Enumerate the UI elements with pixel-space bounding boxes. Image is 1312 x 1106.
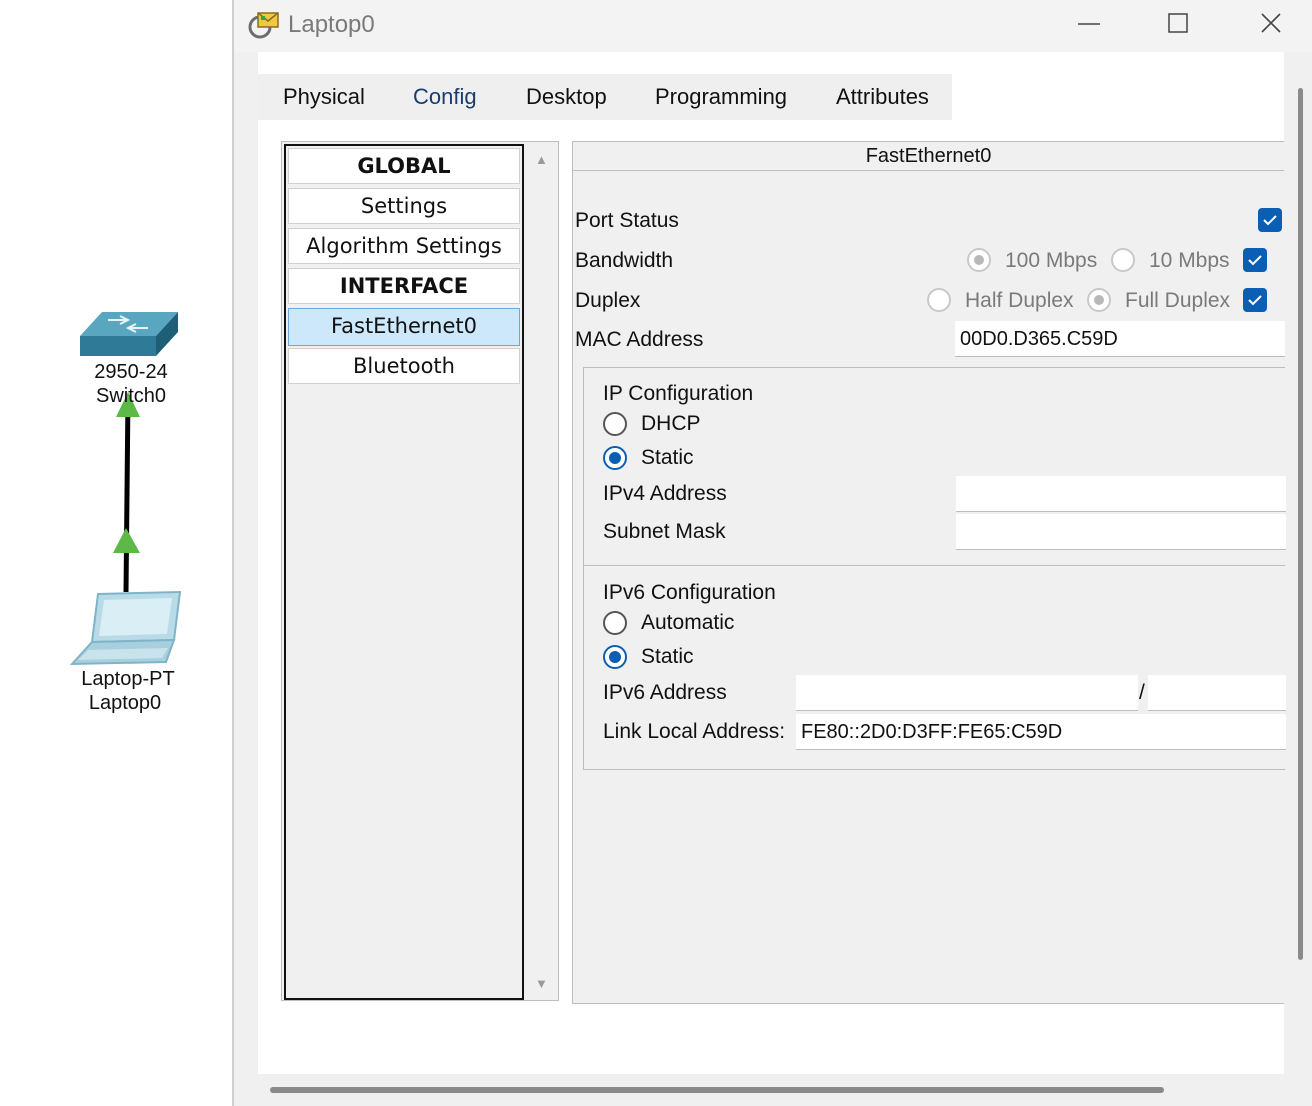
port-status-label: Port Status: [575, 209, 679, 232]
ipv6-static-radio[interactable]: [603, 645, 627, 669]
ipv4-address-label: IPv4 Address: [603, 482, 727, 505]
check-icon: [1263, 215, 1277, 226]
config-tab-panel: GLOBAL Settings Algorithm Settings INTER…: [258, 120, 1286, 1074]
tab-programming[interactable]: Programming: [655, 84, 787, 110]
window-title: Laptop0: [288, 11, 375, 38]
ethernet-link: [123, 394, 131, 593]
dhcp-radio[interactable]: [603, 412, 627, 436]
ipv6-address-field[interactable]: [796, 675, 1138, 711]
ipv4-address-field[interactable]: [956, 476, 1286, 512]
ipv6-automatic-label: Automatic: [641, 611, 735, 634]
laptop-icon[interactable]: [70, 588, 184, 668]
bandwidth-auto-checkbox[interactable]: [1243, 248, 1267, 272]
switch-icon[interactable]: [78, 308, 182, 360]
bandwidth-label: Bandwidth: [575, 249, 674, 272]
mac-address-label: MAC Address: [575, 328, 704, 351]
ip-configuration-group: IP Configuration DHCP Static IPv4 Addres…: [583, 367, 1286, 566]
tab-attributes[interactable]: Attributes: [836, 84, 929, 110]
ipv6-configuration-group: IPv6 Configuration Automatic Static IPv6…: [583, 565, 1286, 770]
list-item-algorithm-settings[interactable]: Algorithm Settings: [288, 228, 520, 264]
minimize-button[interactable]: [1058, 4, 1118, 44]
switch-model-label: 2950-24: [94, 361, 168, 383]
interface-title: FastEthernet0: [573, 142, 1284, 171]
check-icon: [1248, 295, 1262, 306]
laptop-model-label: Laptop-PT: [81, 668, 175, 690]
scroll-down-icon[interactable]: ▼: [535, 976, 548, 991]
laptop-name-label: Laptop0: [88, 692, 162, 714]
scroll-up-icon[interactable]: ▲: [535, 152, 548, 167]
static-ip-radio[interactable]: [603, 446, 627, 470]
bandwidth-100-label: 100 Mbps: [1005, 249, 1098, 272]
ipv6-prefix-separator: /: [1139, 681, 1145, 704]
static-ip-label: Static: [641, 446, 694, 469]
device-window: Laptop0 Physical Config Desktop Programm…: [232, 0, 1312, 1106]
list-item-bluetooth[interactable]: Bluetooth: [288, 348, 520, 384]
link-status-up-laptop: [113, 528, 140, 553]
tab-strip: Physical Config Desktop Programming Attr…: [258, 74, 952, 120]
packet-tracer-icon: [248, 12, 279, 39]
ip-configuration-title: IP Configuration: [603, 382, 754, 405]
topology-links: [113, 392, 140, 593]
close-button[interactable]: [1240, 4, 1300, 44]
tab-physical[interactable]: Physical: [283, 84, 365, 110]
list-item-fastethernet0[interactable]: FastEthernet0: [288, 308, 520, 346]
title-bar[interactable]: Laptop0: [234, 0, 1312, 52]
duplex-auto-checkbox[interactable]: [1243, 288, 1267, 312]
list-header-interface: INTERFACE: [288, 268, 520, 304]
subnet-mask-label: Subnet Mask: [603, 520, 726, 543]
link-local-address-field[interactable]: FE80::2D0:D3FF:FE65:C59D: [796, 714, 1286, 750]
subnet-mask-field[interactable]: [956, 514, 1286, 550]
list-header-global: GLOBAL: [288, 148, 520, 184]
bandwidth-100-radio[interactable]: [967, 248, 991, 272]
ipv6-prefix-field[interactable]: [1148, 675, 1286, 711]
maximize-button[interactable]: [1148, 4, 1208, 44]
config-list: GLOBAL Settings Algorithm Settings INTER…: [284, 144, 524, 1000]
vertical-scrollbar[interactable]: [1298, 88, 1303, 960]
bandwidth-10-radio[interactable]: [1111, 248, 1135, 272]
close-icon: [1261, 13, 1281, 33]
half-duplex-radio[interactable]: [927, 288, 951, 312]
tab-config[interactable]: Config: [413, 84, 477, 110]
check-icon: [1248, 255, 1262, 266]
interface-panel: FastEthernet0 Port Status Bandwidth 100 …: [572, 141, 1286, 1004]
mac-address-field[interactable]: 00D0.D365.C59D: [955, 321, 1285, 357]
tab-desktop[interactable]: Desktop: [526, 84, 607, 110]
full-duplex-radio[interactable]: [1087, 288, 1111, 312]
ipv6-configuration-title: IPv6 Configuration: [603, 581, 776, 604]
topology-canvas[interactable]: 2950-24 Switch0 Laptop-PT Laptop0: [0, 0, 232, 1106]
horizontal-scrollbar[interactable]: [270, 1087, 1164, 1093]
ipv6-address-label: IPv6 Address: [603, 681, 727, 704]
config-list-container: GLOBAL Settings Algorithm Settings INTER…: [281, 141, 559, 1001]
link-local-address-label: Link Local Address:: [603, 720, 786, 743]
minimize-icon: [1078, 23, 1100, 25]
window-content: Physical Config Desktop Programming Attr…: [258, 52, 1286, 1074]
switch-name-label: Switch0: [95, 385, 167, 407]
dhcp-label: DHCP: [641, 412, 701, 435]
ipv6-automatic-radio[interactable]: [603, 611, 627, 635]
list-item-settings[interactable]: Settings: [288, 188, 520, 224]
full-duplex-label: Full Duplex: [1125, 289, 1231, 312]
duplex-label: Duplex: [575, 289, 641, 312]
ipv6-static-label: Static: [641, 645, 694, 668]
half-duplex-label: Half Duplex: [965, 289, 1074, 312]
maximize-icon: [1168, 13, 1188, 33]
bandwidth-10-label: 10 Mbps: [1149, 249, 1230, 272]
port-status-checkbox[interactable]: [1258, 208, 1282, 232]
